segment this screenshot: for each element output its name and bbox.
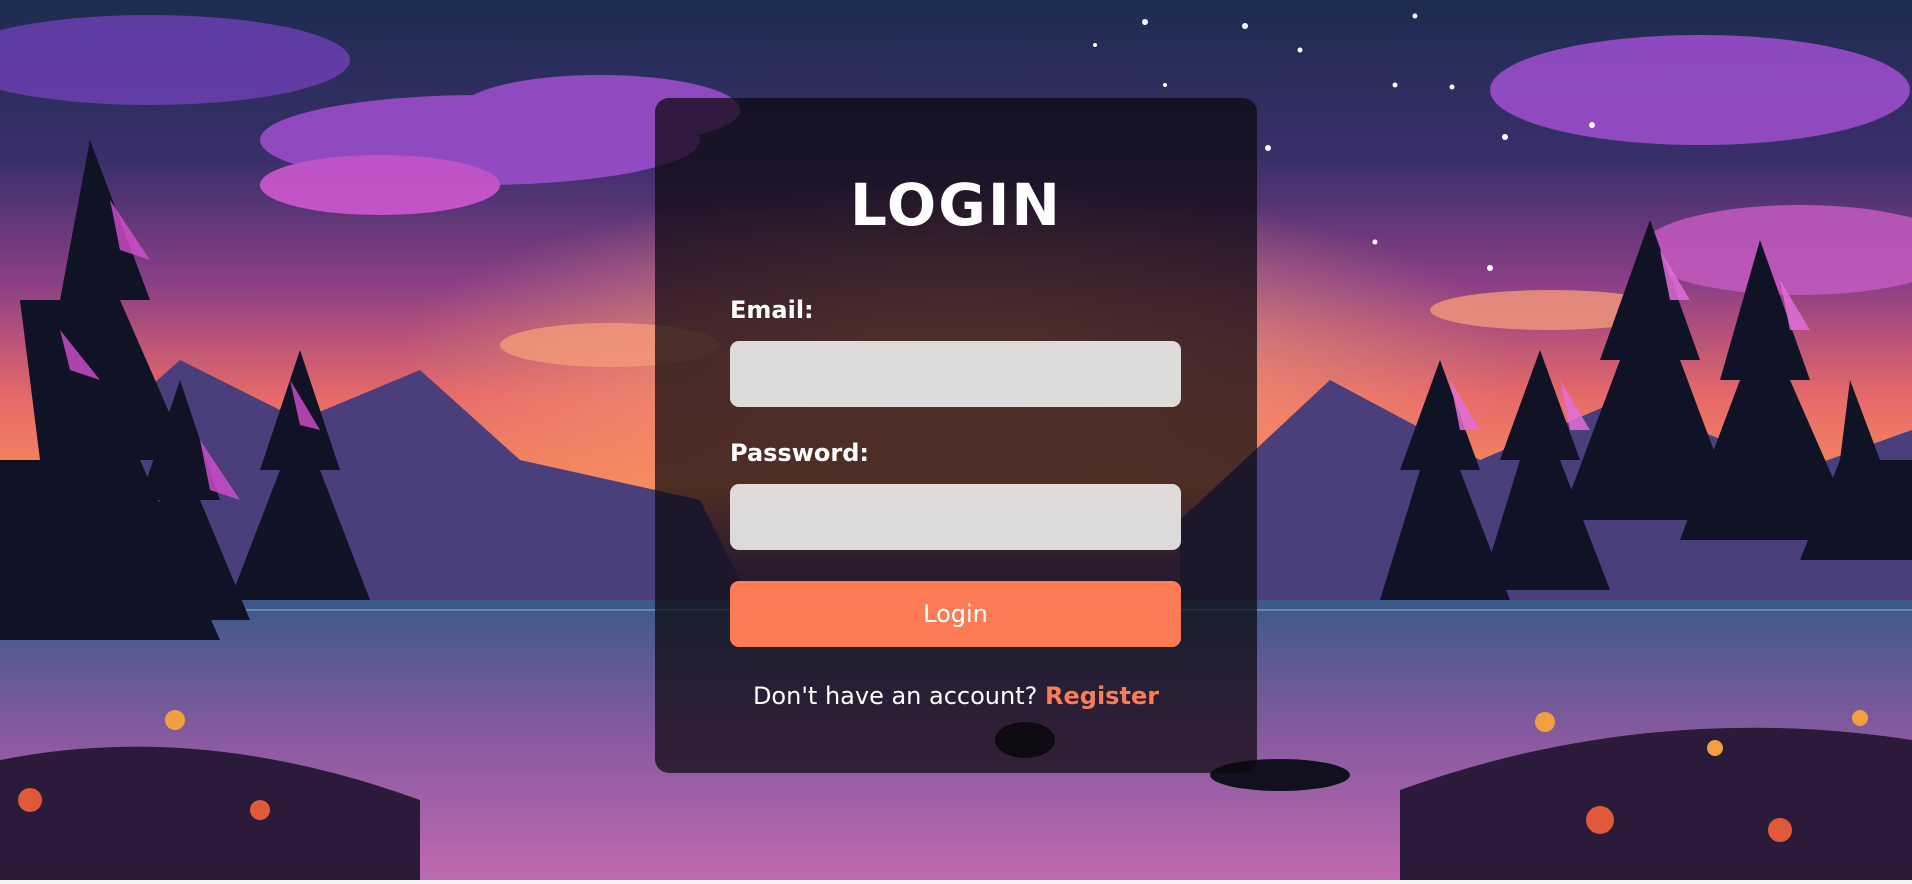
register-prompt-line: Don't have an account? Register (655, 681, 1257, 711)
login-button[interactable]: Login (730, 581, 1181, 647)
email-input[interactable] (730, 341, 1181, 407)
login-title: LOGIN (850, 171, 1062, 239)
register-link[interactable]: Register (1045, 682, 1159, 710)
login-page: LOGIN Email: Password: Login Don't have … (0, 0, 1912, 884)
password-label: Password: (730, 439, 869, 467)
login-card: LOGIN Email: Password: Login Don't have … (655, 98, 1257, 773)
register-prompt-text: Don't have an account? (752, 682, 1038, 710)
password-input[interactable] (730, 484, 1181, 550)
page-bottom-edge (0, 880, 1912, 884)
email-label: Email: (730, 296, 814, 324)
